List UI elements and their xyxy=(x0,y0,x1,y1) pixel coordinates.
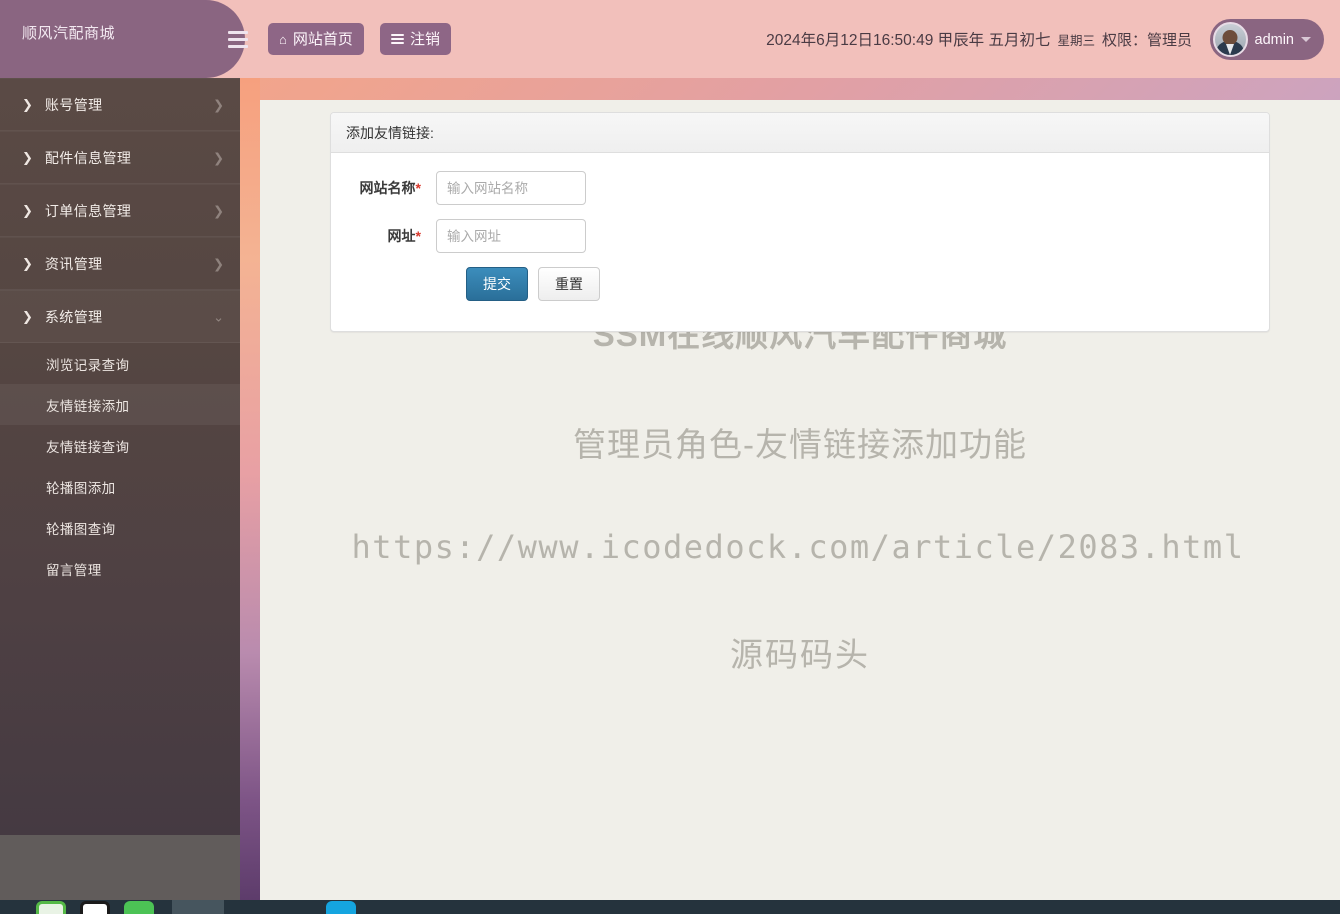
sidebar-item-label: 账号管理 xyxy=(44,96,103,113)
sidebar-item-parts-info[interactable]: ❯ 配件信息管理 ❯ xyxy=(0,131,240,184)
sidebar-subitem-carousel-add[interactable]: 轮播图添加 xyxy=(0,466,240,507)
browser-icon[interactable] xyxy=(36,901,66,914)
avatar xyxy=(1212,22,1248,57)
chevron-right-icon: ❯ xyxy=(22,97,33,112)
taskbar-active-window[interactable] xyxy=(172,900,224,914)
sidebar-subitem-label: 轮播图添加 xyxy=(46,480,116,496)
sidebar-item-label: 订单信息管理 xyxy=(44,202,132,219)
hamburger-icon[interactable] xyxy=(228,26,252,52)
panel-title: 添加友情链接: xyxy=(331,113,1269,153)
submit-button[interactable]: 提交 xyxy=(466,267,528,301)
sidebar-subitem-label: 留言管理 xyxy=(46,562,102,578)
sidebar-item-label: 资讯管理 xyxy=(44,255,103,272)
chevron-right-icon: ❯ xyxy=(213,203,224,218)
chevron-down-icon: ⌄ xyxy=(213,309,224,324)
form-row-site-name: 网站名称* xyxy=(331,171,1269,205)
reset-button[interactable]: 重置 xyxy=(538,267,600,301)
username-label: admin xyxy=(1254,31,1295,48)
chevron-right-icon: ❯ xyxy=(213,256,224,271)
camera-icon[interactable] xyxy=(80,901,110,914)
chevron-right-icon: ❯ xyxy=(22,150,33,165)
bars-icon xyxy=(391,34,404,44)
sidebar-item-news[interactable]: ❯ 资讯管理 ❯ xyxy=(0,237,240,290)
sidebar-footer-area xyxy=(0,835,240,900)
app-blue-icon[interactable] xyxy=(326,901,356,914)
sidebar-subitem-label: 浏览记录查询 xyxy=(46,357,130,373)
label-site-name: 网站名称* xyxy=(331,178,436,198)
chevron-right-icon: ❯ xyxy=(213,97,224,112)
panel-body: 网站名称* 网址* 提交 重置 xyxy=(331,153,1269,301)
home-icon: ⌂ xyxy=(279,31,287,47)
sidebar-item-label: 系统管理 xyxy=(44,308,103,325)
chevron-right-icon: ❯ xyxy=(213,150,224,165)
logout-button[interactable]: 注销 xyxy=(380,23,452,55)
sidebar-item-order-info[interactable]: ❯ 订单信息管理 ❯ xyxy=(0,184,240,237)
sidebar-subitem-friendlink-query[interactable]: 友情链接查询 xyxy=(0,425,240,466)
logout-label: 注销 xyxy=(410,30,441,48)
site-name-input[interactable] xyxy=(436,171,586,205)
user-menu[interactable]: admin xyxy=(1209,19,1324,60)
sidebar-subitem-carousel-query[interactable]: 轮播图查询 xyxy=(0,507,240,548)
sidebar-subitem-message-manage[interactable]: 留言管理 xyxy=(0,548,240,589)
site-url-input[interactable] xyxy=(436,219,586,253)
website-home-button[interactable]: ⌂ 网站首页 xyxy=(268,23,364,55)
chevron-right-icon: ❯ xyxy=(22,309,33,324)
os-taskbar xyxy=(0,900,1340,914)
form-row-site-url: 网址* xyxy=(331,219,1269,253)
sidebar-submenu: 浏览记录查询 友情链接添加 友情链接查询 轮播图添加 轮播图查询 留言管理 xyxy=(0,343,240,589)
required-asterisk: * xyxy=(415,180,421,196)
role-text: 权限：管理员 xyxy=(1101,31,1192,49)
sidebar: ❯ 账号管理 ❯ ❯ 配件信息管理 ❯ ❯ 订单信息管理 ❯ ❯ 资讯管理 ❯ … xyxy=(0,78,240,835)
weekday-text: 星期三 xyxy=(1057,33,1095,48)
label-site-url: 网址* xyxy=(331,226,436,246)
required-asterisk: * xyxy=(415,228,421,244)
datetime-text: 2024年6月12日16:50:49 甲辰年 五月初七 xyxy=(766,32,1051,49)
sidebar-subitem-friendlink-add[interactable]: 友情链接添加 xyxy=(0,384,240,425)
sidebar-subitem-label: 友情链接查询 xyxy=(46,439,130,455)
logo-panel: 顺风汽配商城 xyxy=(0,0,245,78)
sidebar-subitem-browse-history[interactable]: 浏览记录查询 xyxy=(0,343,240,384)
sidebar-item-label: 配件信息管理 xyxy=(44,149,132,166)
sidebar-subitem-label: 友情链接添加 xyxy=(46,398,130,414)
sidebar-subitem-label: 轮播图查询 xyxy=(46,521,116,537)
label-site-name-text: 网站名称 xyxy=(359,180,416,196)
sidebar-item-account[interactable]: ❯ 账号管理 ❯ xyxy=(0,78,240,131)
sidebar-accent-strip xyxy=(240,78,260,900)
top-header: 顺风汽配商城 ⌂ 网站首页 注销 2024年6月12日16:50:49 甲辰年 … xyxy=(0,0,1340,78)
add-friend-link-panel: 添加友情链接: 网站名称* 网址* 提交 重置 xyxy=(330,112,1270,332)
sidebar-item-system[interactable]: ❯ 系统管理 ⌄ xyxy=(0,290,240,343)
chevron-right-icon: ❯ xyxy=(22,203,33,218)
caret-down-icon xyxy=(1301,37,1311,42)
form-buttons: 提交 重置 xyxy=(331,267,1269,301)
app-green-icon[interactable] xyxy=(124,901,154,914)
label-site-url-text: 网址 xyxy=(387,228,416,244)
chevron-right-icon: ❯ xyxy=(22,256,33,271)
website-home-label: 网站首页 xyxy=(292,30,353,48)
app-title: 顺风汽配商城 xyxy=(22,25,116,42)
datetime-display: 2024年6月12日16:50:49 甲辰年 五月初七 星期三 权限：管理员 xyxy=(766,0,1192,78)
